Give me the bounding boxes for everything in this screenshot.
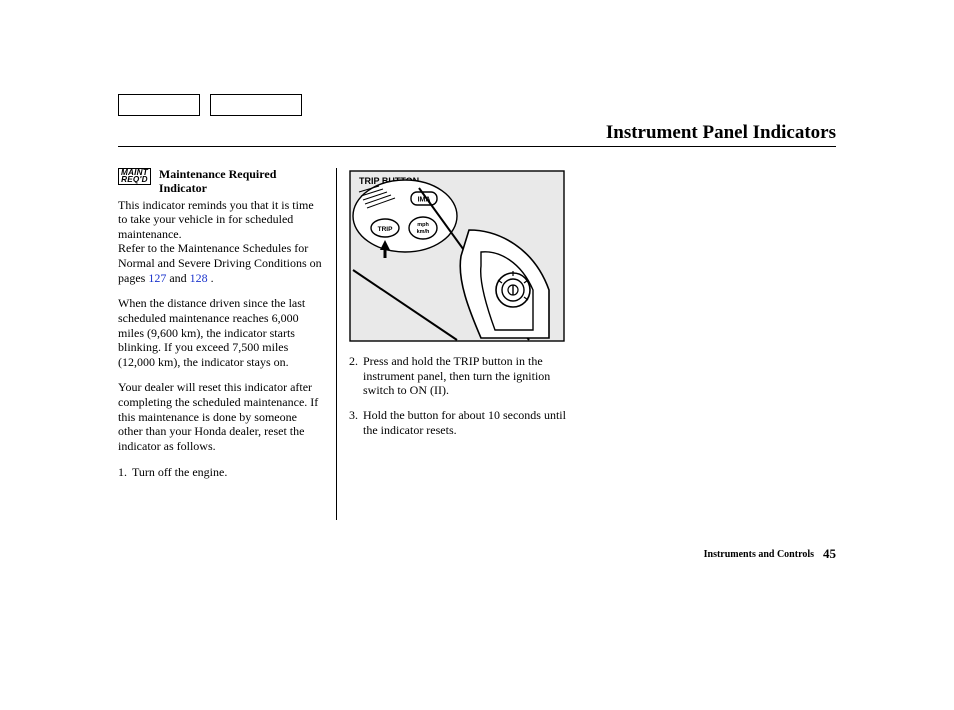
step-3-num: 3. [349,408,363,437]
page-title: Instrument Panel Indicators [606,122,836,144]
step-1: 1. Turn off the engine. [118,465,322,480]
kmh-label: km/h [417,229,430,235]
footer-chapter: Instruments and Controls [704,549,814,560]
step-1-text: Turn off the engine. [132,465,322,480]
top-buttons-row [118,94,302,116]
mph-kmh-button-icon: mph km/h [409,217,437,239]
para-ref-mid: and [166,271,189,285]
column-1: MAINT REQ'D Maintenance Required Indicat… [118,168,336,520]
maint-reqd-icon: MAINT REQ'D [118,168,151,185]
footer-page-number: 45 [823,546,836,562]
para-ref: Refer to the Maintenance Schedules for N… [118,241,322,285]
title-rule [118,146,836,147]
para-distance: When the distance driven since the last … [118,296,322,369]
step-2-text: Press and hold the TRIP button in the in… [363,354,568,398]
para-ref-b: . [208,271,214,285]
step-1-num: 1. [118,465,132,480]
section-heading-line2: Indicator [159,181,207,195]
nav-box-1[interactable] [118,94,200,116]
trip-button-figure: TRIP BUTTON [349,170,568,342]
maint-icon-line2: REQ'D [121,177,148,184]
trip-label: TRIP [378,226,393,233]
step-3: 3. Hold the button for about 10 seconds … [349,408,568,437]
page-ref-127-link[interactable]: 127 [148,271,166,285]
mph-label: mph [417,222,429,228]
column-2: TRIP BUTTON [336,168,568,520]
step-3-text: Hold the button for about 10 seconds unt… [363,408,568,437]
maint-required-header: MAINT REQ'D Maintenance Required Indicat… [118,168,322,196]
column-3 [568,168,838,520]
section-heading: Maintenance Required Indicator [159,168,276,196]
step-2-num: 2. [349,354,363,398]
para-dealer-reset: Your dealer will reset this indicator af… [118,380,322,453]
content-columns: MAINT REQ'D Maintenance Required Indicat… [118,168,838,520]
dashboard-illustration: TRIP BUTTON [349,170,565,342]
page-ref-128-link[interactable]: 128 [190,271,208,285]
section-heading-line1: Maintenance Required [159,167,276,181]
column-1-body: This indicator reminds you that it is ti… [118,198,322,480]
step-2: 2. Press and hold the TRIP button in the… [349,354,568,398]
para-intro: This indicator reminds you that it is ti… [118,198,322,242]
trip-button-icon: TRIP [371,219,399,237]
nav-box-2[interactable] [210,94,302,116]
